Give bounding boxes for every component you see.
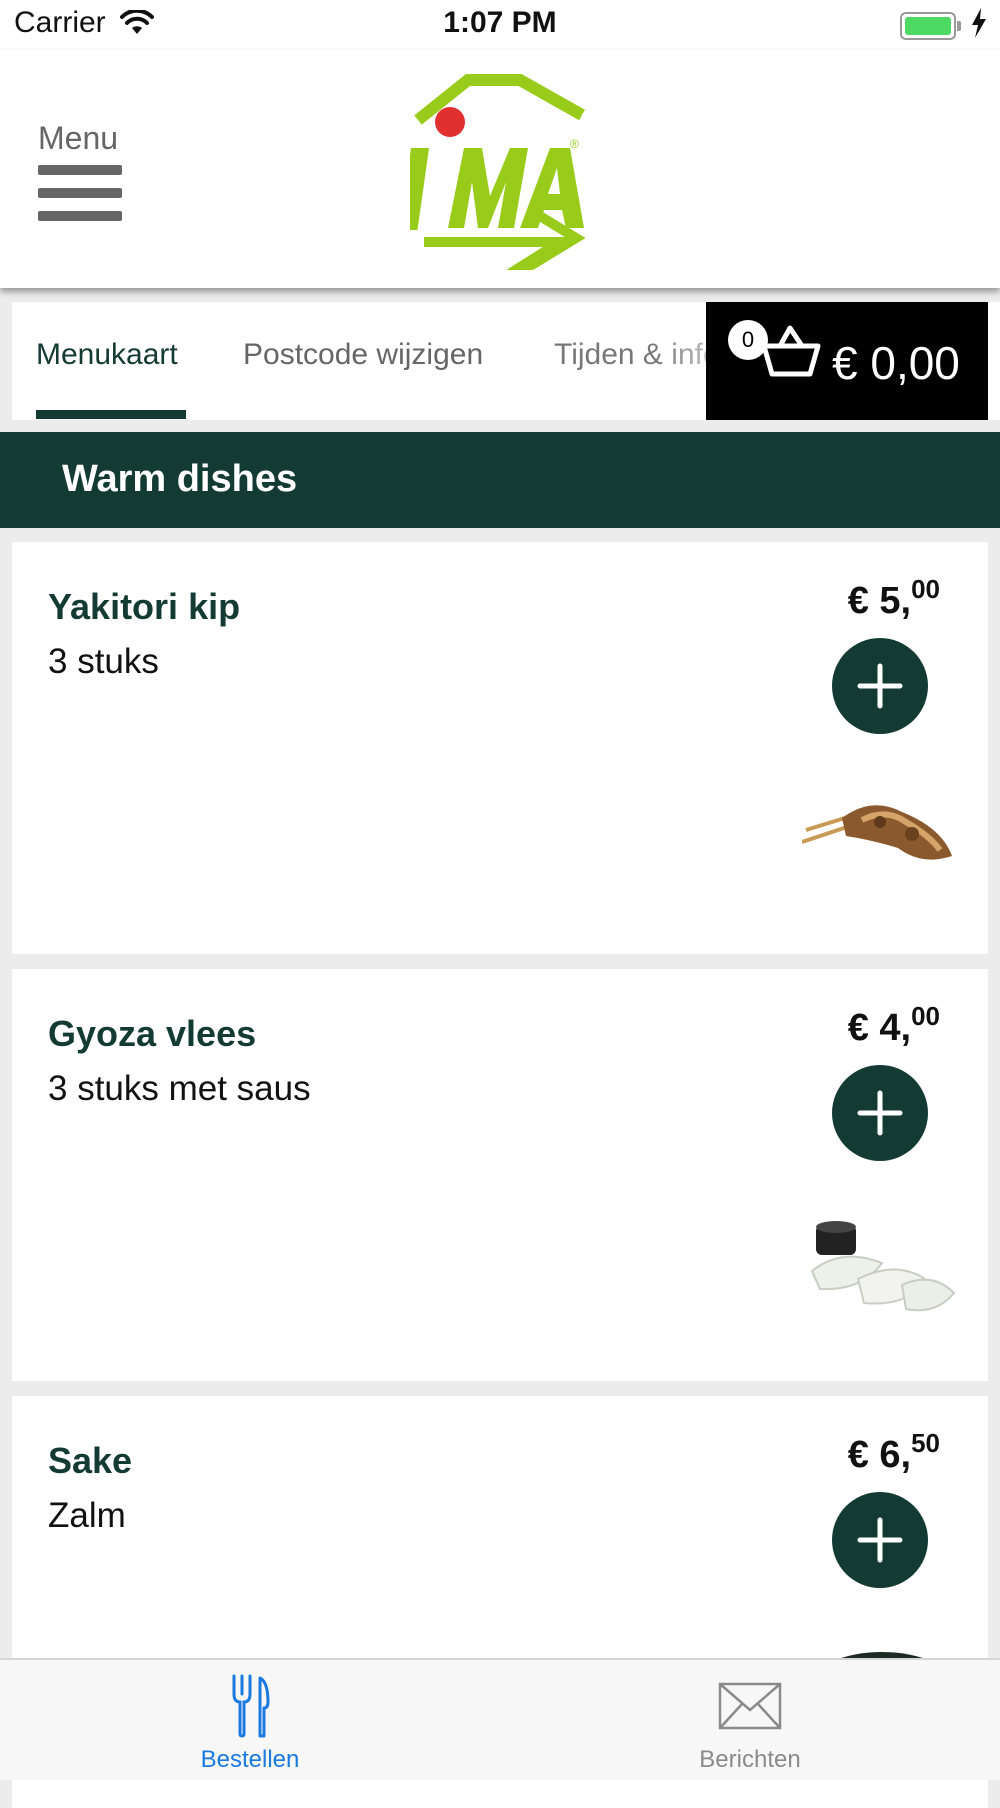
tab-tijden-info[interactable]: Tijden & info: [554, 338, 720, 372]
gyoza-image: [810, 1221, 956, 1312]
fork-knife-icon: [232, 1674, 270, 1738]
item-description: 3 stuks: [48, 642, 159, 681]
item-description: 3 stuks met saus: [48, 1069, 311, 1108]
cart-total: € 0,00: [832, 337, 960, 389]
menu-item-card[interactable]: Gyoza vlees 3 stuks met saus € 4,00: [12, 969, 988, 1381]
status-bar: Carrier 1:07 PM: [0, 0, 1000, 50]
cart-count-badge: 0: [728, 320, 768, 360]
plus-icon: [857, 1090, 903, 1136]
category-title: Warm dishes: [62, 458, 298, 500]
plus-icon: [857, 1517, 903, 1563]
bottom-tab-label: Bestellen: [200, 1746, 300, 1773]
envelope-icon: [718, 1682, 782, 1730]
svg-text:®: ®: [570, 137, 579, 151]
item-description: Zalm: [48, 1496, 126, 1535]
item-name: Yakitori kip: [48, 586, 241, 627]
charging-bolt-icon: [972, 8, 986, 38]
item-price: € 5,00: [847, 574, 940, 622]
plus-icon: [857, 663, 903, 709]
category-header: Warm dishes: [0, 432, 1000, 528]
status-time: 1:07 PM: [443, 6, 557, 39]
item-price: € 4,00: [847, 1001, 940, 1049]
bottom-tab-berichten[interactable]: Berichten: [640, 1660, 860, 1780]
cart-button[interactable]: 0 € 0,00: [706, 302, 988, 420]
item-name: Sake: [48, 1440, 133, 1481]
app-header: Menu ®: [0, 50, 1000, 288]
battery-icon: [900, 12, 961, 40]
add-to-cart-button[interactable]: [832, 638, 928, 734]
menu-label: Menu: [38, 120, 119, 156]
bottom-tab-bestellen[interactable]: Bestellen: [140, 1660, 360, 1780]
yakitori-image: [802, 805, 952, 860]
add-to-cart-button[interactable]: [832, 1492, 928, 1588]
item-name: Gyoza vlees: [48, 1013, 257, 1054]
bottom-tab-label: Berichten: [699, 1746, 801, 1773]
tab-postcode-wijzigen[interactable]: Postcode wijzigen: [243, 338, 483, 372]
menu-button[interactable]: Menu: [38, 120, 128, 230]
menu-item-card[interactable]: Yakitori kip 3 stuks € 5,00: [12, 542, 988, 954]
active-tab-indicator: [36, 410, 186, 419]
tab-menukaart[interactable]: Menukaart: [36, 338, 178, 372]
add-to-cart-button[interactable]: [832, 1065, 928, 1161]
item-price: € 6,50: [847, 1428, 940, 1476]
bottom-tab-bar: Bestellen Berichten: [0, 1658, 1000, 1780]
ima-logo: ®: [410, 74, 586, 270]
hamburger-icon: [38, 165, 128, 221]
